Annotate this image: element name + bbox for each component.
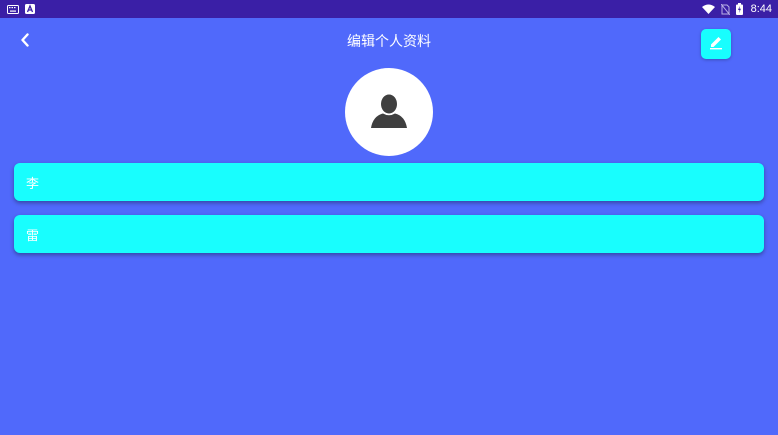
given-name-field[interactable]: 雷 <box>14 215 764 253</box>
person-silhouette-icon <box>369 90 409 134</box>
status-left-icons <box>7 4 35 14</box>
no-sim-icon <box>720 3 730 15</box>
given-name-value: 雷 <box>26 228 40 244</box>
wifi-icon <box>701 4 715 14</box>
edit-icon <box>708 34 724 54</box>
status-bar: 8:44 <box>0 0 778 18</box>
battery-icon <box>735 3 743 15</box>
app-bar: 编辑个人资料 <box>0 18 778 64</box>
page-title: 编辑个人资料 <box>347 34 431 50</box>
status-right-icons: 8:44 <box>701 3 772 15</box>
status-time: 8:44 <box>750 3 772 15</box>
edit-button[interactable] <box>701 29 731 59</box>
surname-value: 李 <box>26 176 40 192</box>
a-notification-icon <box>25 4 35 14</box>
surname-field[interactable]: 李 <box>14 163 764 201</box>
avatar[interactable] <box>345 68 433 156</box>
keyboard-icon <box>7 4 19 14</box>
